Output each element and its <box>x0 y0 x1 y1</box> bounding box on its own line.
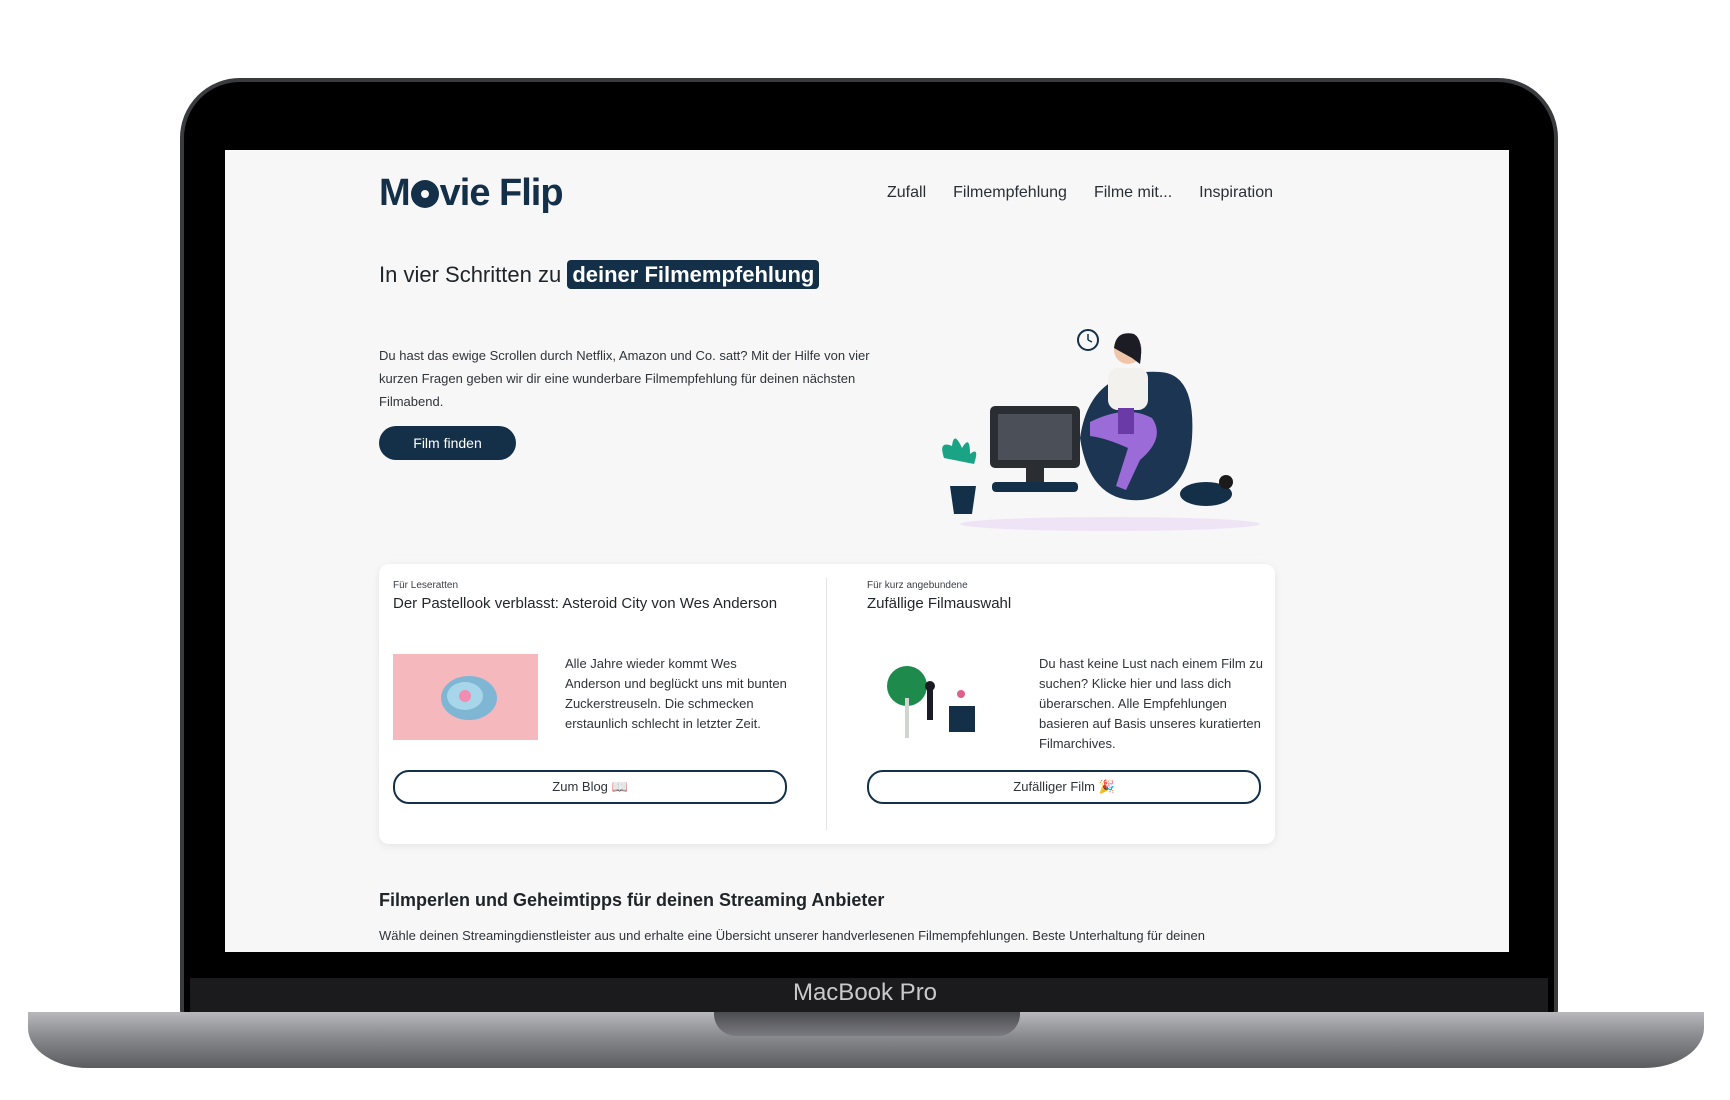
hero-illustration <box>942 329 1260 531</box>
blog-card: Für Leseratten Der Pastellook verblasst:… <box>393 580 793 804</box>
nav-link-filme-mit[interactable]: Filme mit... <box>1094 184 1172 202</box>
random-card-text: Du hast keine Lust nach einem Film zu su… <box>1039 656 1263 751</box>
streaming-section-text: Wähle deinen Streamingdienstleister aus … <box>379 928 1205 943</box>
blog-card-eyebrow: Für Leseratten <box>393 580 459 591</box>
blog-button[interactable]: Zum Blog 📖 <box>393 770 787 804</box>
macbook-device: MacBook Pro Mvie Flip Zufall Filmempfehl… <box>0 0 1730 1100</box>
find-film-button[interactable]: Film finden <box>379 426 516 460</box>
hero-title: In vier Schritten zu deiner Filmempfehlu… <box>379 260 820 289</box>
logo-text-start: M <box>379 172 411 214</box>
laptop-notch <box>714 1012 1020 1036</box>
nav-link-filmempfehlung[interactable]: Filmempfehlung <box>953 184 1067 202</box>
device-label: MacBook Pro <box>792 979 938 1006</box>
browser-screen: Mvie Flip Zufall Filmempfehlung Filme mi… <box>225 150 1509 952</box>
main-nav: Zufall Filmempfehlung Filme mit... Inspi… <box>887 184 1273 202</box>
hero-description: Du hast das ewige Scrollen durch Netflix… <box>379 348 870 409</box>
blog-card-title[interactable]: Der Pastellook verblasst: Asteroid City … <box>393 595 793 612</box>
random-film-button[interactable]: Zufälliger Film 🎉 <box>867 770 1261 804</box>
logo-text-end: vie Flip <box>439 172 564 214</box>
film-reel-icon <box>410 180 439 208</box>
random-card: Für kurz angebundene Zufällige Filmauswa… <box>867 580 1267 804</box>
blog-card-text: Alle Jahre wieder kommt Wes Anderson und… <box>565 656 787 731</box>
blog-card-image <box>393 654 538 740</box>
feature-cards: Für Leseratten Der Pastellook verblasst:… <box>379 564 1275 844</box>
hero-title-highlight: deiner Filmempfehlung <box>567 260 820 289</box>
random-card-image <box>887 666 975 738</box>
nav-link-inspiration[interactable]: Inspiration <box>1199 184 1273 202</box>
hero-title-prefix: In vier Schritten zu <box>379 262 562 287</box>
streaming-section-title: Filmperlen und Geheimtipps für deinen St… <box>379 890 885 910</box>
random-card-eyebrow: Für kurz angebundene <box>867 580 968 591</box>
site-logo[interactable]: Mvie Flip <box>379 172 564 215</box>
site-header: Mvie Flip Zufall Filmempfehlung Filme mi… <box>225 150 1509 240</box>
nav-link-zufall[interactable]: Zufall <box>887 184 926 202</box>
card-divider <box>826 578 827 830</box>
random-card-title[interactable]: Zufällige Filmauswahl <box>867 595 1267 612</box>
